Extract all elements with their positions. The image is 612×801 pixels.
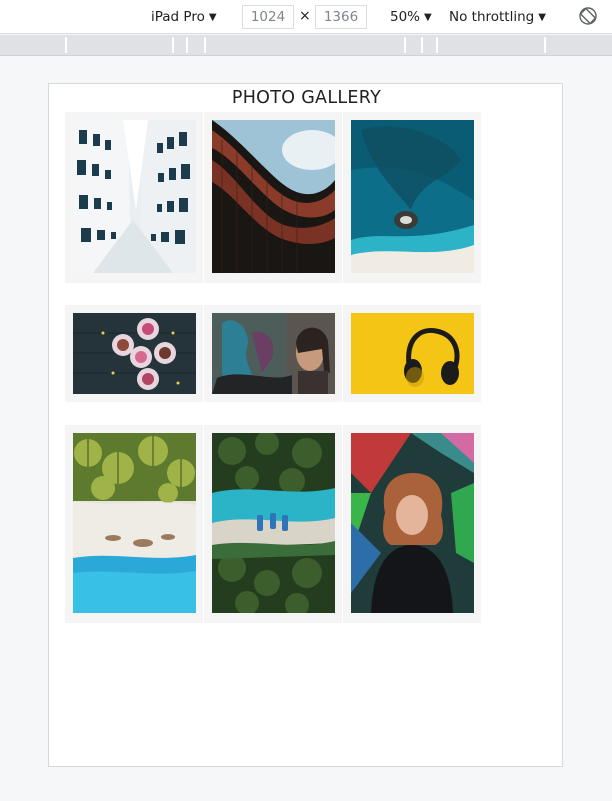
photo-palm-beach-aerial[interactable] (73, 433, 196, 613)
times-icon: × (299, 8, 311, 24)
throttling-select[interactable]: No throttling ▼ (449, 7, 546, 27)
chevron-down-icon: ▼ (424, 12, 432, 23)
chevron-down-icon: ▼ (208, 12, 217, 23)
gallery-card[interactable] (204, 425, 342, 623)
throttling-label: No throttling (449, 9, 535, 25)
gallery-row (65, 425, 482, 623)
device-label: iPad Pro (151, 9, 205, 25)
photo-girl-mural[interactable] (351, 433, 474, 613)
media-query-ruler[interactable] (0, 35, 612, 56)
zoom-select[interactable]: 50% ▼ (390, 7, 432, 27)
gallery-row (65, 305, 482, 402)
gallery-card[interactable] (343, 305, 481, 402)
photo-building-fisheye[interactable] (73, 120, 196, 273)
gallery-card[interactable] (204, 112, 342, 283)
device-select[interactable]: iPad Pro ▼ (151, 7, 217, 27)
photo-jungle-beach-aerial[interactable] (212, 433, 335, 613)
gallery-card[interactable] (343, 425, 481, 623)
gallery-card[interactable] (65, 425, 203, 623)
rotate-icon[interactable] (578, 6, 598, 26)
photo-headphones[interactable] (351, 313, 474, 394)
photo-graffiti-woman[interactable] (212, 313, 335, 394)
width-input[interactable]: 1024 (242, 5, 294, 29)
photo-aerial-reef[interactable] (351, 120, 474, 273)
gallery-card[interactable] (65, 305, 203, 402)
zoom-label: 50% (390, 9, 421, 25)
gallery-card[interactable] (204, 305, 342, 402)
gallery-row (65, 112, 482, 283)
photo-curved-facade[interactable] (212, 120, 335, 273)
devtools-device-toolbar: iPad Pro ▼ 1024 × 1366 50% ▼ No throttling… (0, 0, 612, 34)
page-viewport: PHOTO GALLERY (48, 83, 563, 767)
height-input[interactable]: 1366 (315, 5, 367, 29)
gallery-card[interactable] (343, 112, 481, 283)
chevron-down-icon: ▼ (538, 12, 546, 23)
photo-cupcakes[interactable] (73, 313, 196, 394)
gallery-card[interactable] (65, 112, 203, 283)
page-title: PHOTO GALLERY (231, 88, 382, 108)
